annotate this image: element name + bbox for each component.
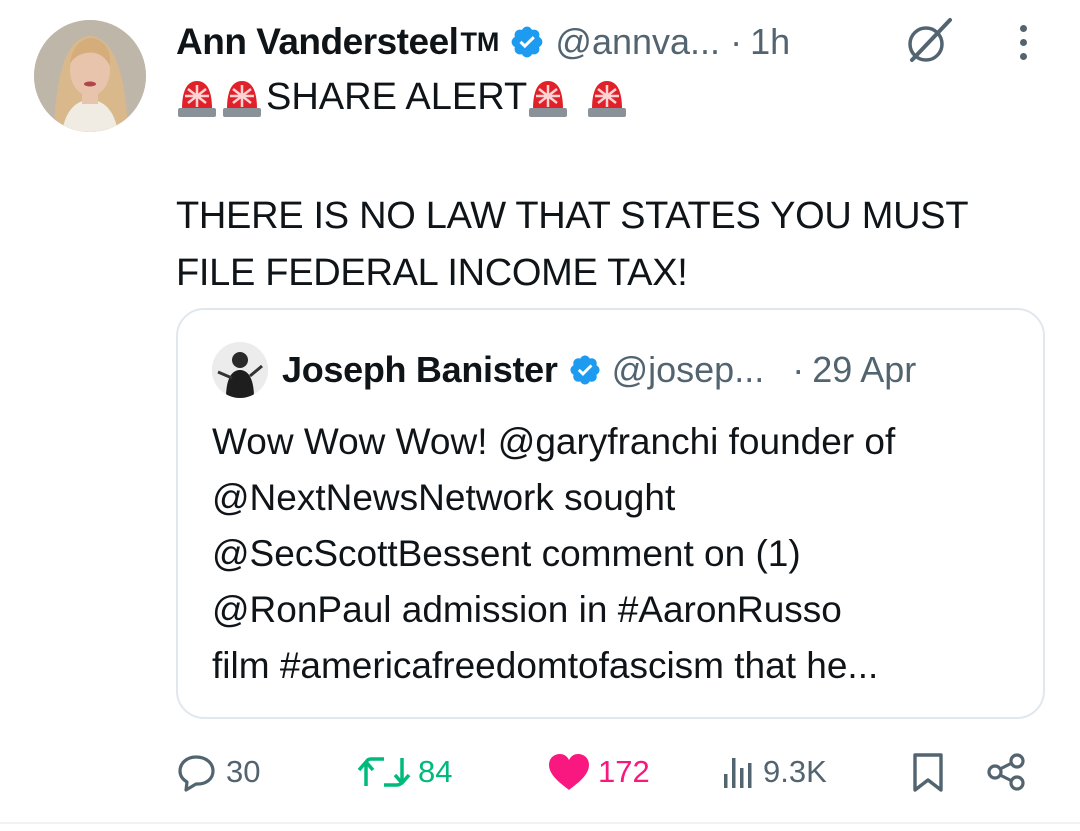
share-alert-text: SHARE ALERT <box>266 75 528 118</box>
quoted-author-avatar[interactable] <box>212 342 268 398</box>
reply-count: 30 <box>226 754 261 789</box>
tweet-text: SHARE ALERT THERE IS NO LAW THAT STATES … <box>176 70 1046 302</box>
siren-icon <box>221 75 263 119</box>
quoted-tweet-date[interactable]: 29 Apr <box>812 349 916 391</box>
quoted-text-line: @NextNewsNetwork sought <box>212 477 676 518</box>
repost-button[interactable]: 84 <box>356 740 452 804</box>
bookmark-icon <box>908 750 948 794</box>
tweet-body-line: FILE FEDERAL INCOME TAX! <box>176 252 688 294</box>
siren-icon <box>527 75 569 119</box>
share-alert-line: SHARE ALERT <box>176 70 1046 124</box>
quoted-tweet[interactable]: Joseph Banister @josep... · 29 Apr Wow W… <box>176 308 1045 719</box>
bookmark-button[interactable] <box>908 740 948 804</box>
quoted-text-line: @RonPaul admission in #AaronRusso <box>212 589 842 630</box>
heart-icon <box>546 750 592 794</box>
siren-icon <box>586 75 628 119</box>
author-avatar[interactable] <box>34 20 146 132</box>
share-icon <box>984 750 1028 794</box>
quoted-tweet-header: Joseph Banister @josep... · 29 Apr <box>212 340 916 400</box>
like-count: 172 <box>598 754 650 789</box>
divider <box>0 822 1080 824</box>
grok-icon[interactable] <box>902 14 954 66</box>
quoted-author-handle[interactable]: @josep... <box>612 349 765 391</box>
author-name-suffix: TM <box>460 26 500 57</box>
retweet-icon <box>356 750 412 794</box>
views-icon <box>721 750 757 794</box>
repost-count: 84 <box>418 754 453 789</box>
author-name[interactable]: Ann Vandersteel <box>176 21 459 63</box>
tweet-time[interactable]: 1h <box>750 21 790 63</box>
tweet-actions: 30 84 172 9.3K <box>176 740 1046 804</box>
more-icon[interactable] <box>1005 18 1041 66</box>
author-handle[interactable]: @annva... <box>555 21 720 63</box>
reply-button[interactable]: 30 <box>176 740 260 804</box>
tweet-body-line: THERE IS NO LAW THAT STATES YOU MUST <box>176 195 969 237</box>
verified-badge-icon <box>568 353 602 387</box>
quoted-text-line: film #americafreedomtofascism that he... <box>212 645 879 686</box>
reply-icon <box>176 750 220 794</box>
share-button[interactable] <box>984 740 1028 804</box>
tweet-header: Ann Vandersteel TM @annva... · 1h <box>176 14 790 70</box>
separator-dot: · <box>792 349 805 390</box>
separator-dot: · <box>730 21 743 62</box>
verified-badge-icon <box>509 24 545 60</box>
siren-icon <box>176 75 218 119</box>
tweet-body: THERE IS NO LAW THAT STATES YOU MUST FIL… <box>176 188 1046 302</box>
views-count: 9.3K <box>763 754 827 789</box>
quoted-author-name[interactable]: Joseph Banister <box>282 349 558 391</box>
quoted-text-line: @SecScottBessent comment on (1) <box>212 533 801 574</box>
views-button[interactable]: 9.3K <box>721 740 827 804</box>
like-button[interactable]: 172 <box>546 740 650 804</box>
quoted-text-line: Wow Wow Wow! @garyfranchi founder of <box>212 421 896 462</box>
quoted-tweet-text: Wow Wow Wow! @garyfranchi founder of @Ne… <box>212 414 1032 694</box>
